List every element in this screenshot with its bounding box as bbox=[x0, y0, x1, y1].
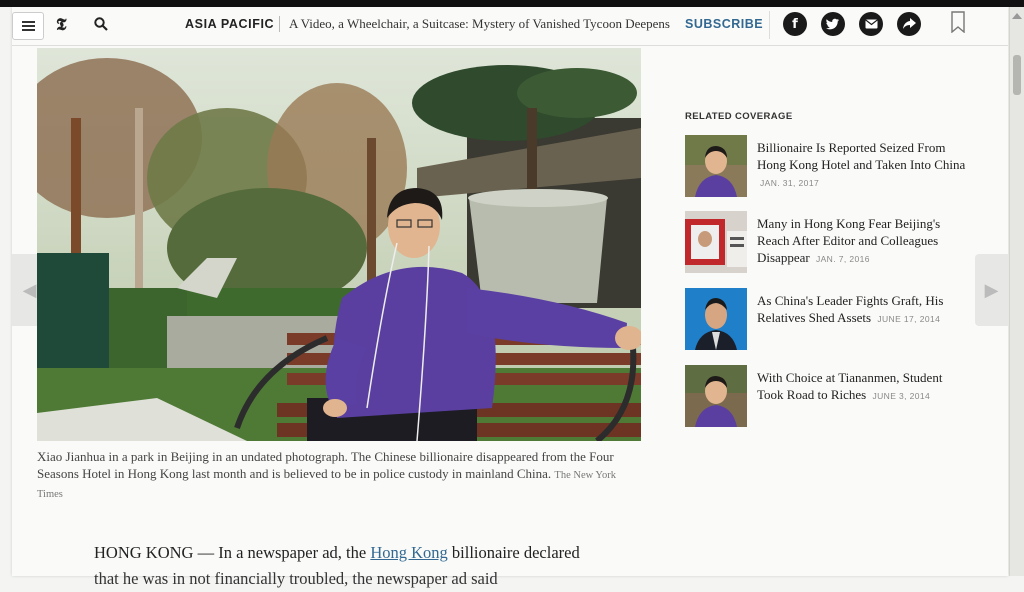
related-date: JUNE 17, 2014 bbox=[877, 314, 941, 324]
article-body: HONG KONG — In a newspaper ad, the Hong … bbox=[94, 540, 634, 592]
related-thumbnail[interactable] bbox=[685, 211, 747, 273]
related-item[interactable]: As China's Leader Fights Graft, His Rela… bbox=[685, 288, 985, 352]
window-top-edge bbox=[0, 0, 1024, 7]
related-headline[interactable]: As China's Leader Fights Graft, His Rela… bbox=[757, 292, 967, 328]
header-divider-2 bbox=[769, 11, 770, 39]
scrollbar-thumb[interactable] bbox=[1013, 55, 1021, 95]
menu-button[interactable] bbox=[12, 12, 44, 40]
related-thumbnail[interactable] bbox=[685, 365, 747, 427]
bookmark-icon[interactable] bbox=[951, 11, 965, 33]
related-date: JUNE 3, 2014 bbox=[872, 391, 931, 401]
related-item[interactable]: Many in Hong Kong Fear Beijing's Reach A… bbox=[685, 211, 985, 275]
related-item[interactable]: Billionaire Is Reported Seized From Hong… bbox=[685, 135, 985, 199]
scroll-up-arrow-icon[interactable] bbox=[1012, 13, 1022, 19]
article-page: 𝕿 ASIA PACIFIC A Video, a Wheelchair, a … bbox=[12, 7, 1008, 588]
related-thumbnail[interactable] bbox=[685, 135, 747, 197]
lead-text-next-line: that he was in not financially troubled,… bbox=[94, 569, 498, 588]
share-arrow-icon[interactable] bbox=[897, 12, 921, 36]
park-photo-illustration bbox=[37, 48, 641, 441]
hamburger-icon bbox=[21, 25, 35, 27]
header-divider bbox=[279, 16, 280, 32]
email-icon[interactable] bbox=[859, 12, 883, 36]
subscribe-link[interactable]: SUBSCRIBE bbox=[685, 17, 763, 31]
lead-text-prefix: HONG KONG — In a newspaper ad, the bbox=[94, 543, 371, 562]
nyt-logo[interactable]: 𝕿 bbox=[56, 15, 66, 35]
twitter-icon[interactable] bbox=[821, 12, 845, 36]
related-date: JAN. 7, 2016 bbox=[815, 254, 870, 264]
site-header: 𝕿 ASIA PACIFIC A Video, a Wheelchair, a … bbox=[12, 7, 1008, 46]
related-headline-text[interactable]: Billionaire Is Reported Seized From Hong… bbox=[757, 140, 965, 172]
related-headline[interactable]: Many in Hong Kong Fear Beijing's Reach A… bbox=[757, 215, 967, 268]
related-coverage-title: RELATED COVERAGE bbox=[685, 111, 793, 122]
search-icon[interactable] bbox=[94, 17, 108, 31]
related-thumbnail[interactable] bbox=[685, 288, 747, 350]
related-item[interactable]: With Choice at Tiananmen, Student Took R… bbox=[685, 365, 985, 429]
related-headline[interactable]: Billionaire Is Reported Seized From Hong… bbox=[757, 139, 967, 192]
related-headline[interactable]: With Choice at Tiananmen, Student Took R… bbox=[757, 369, 967, 405]
lead-text-suffix: billionaire declared bbox=[447, 543, 580, 562]
related-date: JAN. 31, 2017 bbox=[760, 178, 820, 188]
section-label[interactable]: ASIA PACIFIC bbox=[185, 17, 274, 31]
vertical-scrollbar[interactable] bbox=[1009, 7, 1024, 576]
hong-kong-link[interactable]: Hong Kong bbox=[370, 543, 447, 562]
photo-caption: Xiao Jianhua in a park in Beijing in an … bbox=[37, 448, 617, 503]
facebook-icon[interactable]: f bbox=[783, 12, 807, 36]
header-headline: A Video, a Wheelchair, a Suitcase: Myste… bbox=[289, 16, 670, 31]
article-photo bbox=[37, 48, 641, 441]
caption-text: Xiao Jianhua in a park in Beijing in an … bbox=[37, 449, 614, 481]
